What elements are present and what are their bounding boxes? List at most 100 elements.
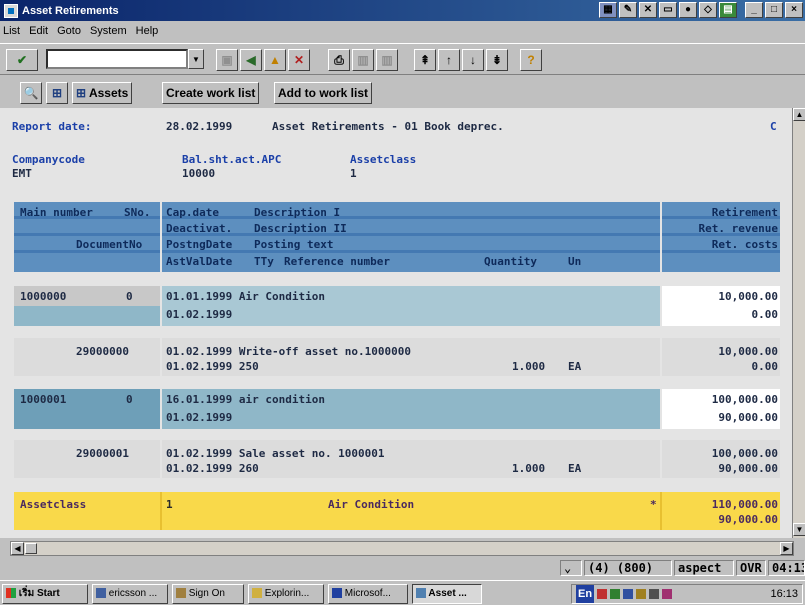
col-tty: TTy [254, 255, 274, 268]
scroll-left-icon[interactable]: ◀ [11, 542, 24, 555]
prev-page-icon[interactable]: ↑ [438, 49, 460, 71]
system-tray: En 16:13 [571, 584, 803, 604]
col-description1: Description I [254, 206, 341, 219]
help-icon[interactable]: ◇ [699, 2, 717, 18]
tray-clock: 16:13 [770, 588, 798, 600]
asset-main-number: 1000001 [20, 393, 67, 406]
asset-row[interactable]: 1000000 0 01.01.1999 Air Condition 01.02… [14, 286, 780, 326]
start-button[interactable]: เริ่ม Start [2, 584, 88, 604]
tray-icon-4[interactable] [636, 589, 647, 600]
find-icon[interactable]: ▥ [352, 49, 374, 71]
menu-item-system[interactable]: System [90, 25, 127, 37]
scroll-up-icon[interactable]: ▲ [793, 108, 805, 121]
report-area: Report date: 28.02.1999 Asset Retirement… [0, 108, 792, 538]
asset-retirement: 10,000.00 [718, 290, 778, 303]
close-icon[interactable]: × [785, 2, 803, 18]
asset-row[interactable]: 1000001 0 16.01.1999 air condition 01.02… [14, 389, 780, 429]
taskbar-item-explorer[interactable]: Explorin... [248, 584, 324, 604]
total-star: * [650, 498, 657, 511]
assetclass-total-row[interactable]: Assetclass 1 Air Condition * 110,000.00 … [14, 492, 780, 530]
enter-checkmark-icon[interactable]: ✔ [6, 49, 38, 71]
person-icon [176, 588, 186, 599]
exit-icon[interactable]: ▲ [264, 49, 286, 71]
document-line1: 01.02.1999 Sale asset no. 1000001 [166, 447, 385, 460]
sap-icon [416, 588, 426, 599]
record-icon[interactable]: ● [679, 2, 697, 18]
command-field[interactable] [46, 49, 188, 69]
word-icon [332, 588, 342, 599]
tray-icon-6[interactable] [662, 589, 673, 600]
save-icon[interactable]: ▣ [216, 49, 238, 71]
create-work-list-button[interactable]: Create work list [162, 82, 260, 104]
cancel-icon[interactable]: ✕ [288, 49, 310, 71]
find-next-icon[interactable]: ▥ [376, 49, 398, 71]
scroll-thumb[interactable] [25, 543, 37, 554]
command-dropdown-icon[interactable]: ▼ [188, 49, 204, 69]
app-icon[interactable] [4, 3, 18, 18]
first-page-icon[interactable]: ⇞ [414, 49, 436, 71]
document-un: EA [568, 462, 582, 475]
report-title: Asset Retirements - 01 Book deprec. [272, 120, 504, 133]
next-page-icon[interactable]: ↓ [462, 49, 484, 71]
last-page-icon[interactable]: ⇟ [486, 49, 508, 71]
document-line2: 01.02.1999 260 [166, 462, 259, 475]
document-un: EA [568, 360, 582, 373]
asset-sno: 0 [126, 290, 133, 303]
menu-item-help[interactable]: Help [136, 25, 159, 37]
tray-icon-5[interactable] [649, 589, 660, 600]
asset-costs: 0.00 [751, 308, 779, 321]
document-retirement: 10,000.00 [718, 345, 778, 358]
sap-layout-icon[interactable]: ▦ [599, 2, 617, 18]
document-costs: 90,000.00 [718, 462, 778, 475]
col-posting-date: PostngDate [166, 238, 233, 251]
document-line2: 01.02.1999 250 [166, 360, 259, 373]
horizontal-scrollbar[interactable]: ◀ ▶ [10, 541, 794, 556]
folder-icon [252, 588, 262, 599]
windows-logo-icon [6, 588, 16, 599]
col-retirement: Retirement [711, 206, 778, 219]
edit-icon[interactable]: ✎ [619, 2, 637, 18]
vertical-scrollbar[interactable]: ▲ ▼ [792, 108, 805, 538]
col-ret-revenue: Ret. revenue [698, 222, 778, 235]
standard-toolbar: ✔ ▼ ▣ ◀ ▲ ✕ ⎙ ▥ ▥ ⇞ ↑ ↓ ⇟ ? [0, 43, 805, 75]
help-question-icon[interactable]: ? [520, 49, 542, 71]
menu-item-goto[interactable]: Goto [57, 25, 81, 37]
total-retirement: 110,000.00 [711, 498, 778, 511]
screen-icon[interactable]: ▭ [659, 2, 677, 18]
companycode-label: Companycode [12, 153, 85, 166]
customize-icon[interactable]: ▤ [719, 2, 737, 18]
assets-button[interactable]: ⊞ Assets [72, 82, 133, 104]
tray-icon-3[interactable] [623, 589, 634, 600]
window-title: Asset Retirements [22, 4, 119, 17]
magnifier-icon[interactable]: 🔍 [20, 82, 42, 104]
document-row[interactable]: 29000001 01.02.1999 Sale asset no. 10000… [14, 440, 780, 478]
minimize-icon[interactable]: _ [745, 2, 763, 18]
tray-icon-1[interactable] [597, 589, 608, 600]
asset-line1: 16.01.1999 air condition [166, 393, 325, 406]
asset-line2: 01.02.1999 [166, 308, 233, 321]
total-class: 1 [166, 498, 173, 511]
cross-icon[interactable]: ✕ [639, 2, 657, 18]
taskbar-item-asset[interactable]: Asset ... [412, 584, 482, 604]
menu-item-list[interactable]: List [3, 25, 20, 37]
companycode-value: EMT [12, 167, 32, 180]
language-indicator[interactable]: En [576, 585, 595, 603]
menu-bar: List Edit Goto System Help [0, 21, 805, 41]
col-posting-text: Posting text [254, 238, 334, 251]
hierarchy-icon[interactable]: ⊞ [46, 82, 68, 104]
print-icon[interactable]: ⎙ [328, 49, 350, 71]
document-costs: 0.00 [751, 360, 779, 373]
scroll-right-icon[interactable]: ▶ [780, 542, 793, 555]
document-number: 29000000 [76, 345, 129, 358]
taskbar-item-signon[interactable]: Sign On [172, 584, 244, 604]
add-to-work-list-button[interactable]: Add to work list [274, 82, 372, 104]
tray-icon-2[interactable] [610, 589, 621, 600]
maximize-icon[interactable]: □ [765, 2, 783, 18]
taskbar-item-ericsson[interactable]: ericsson ... [92, 584, 168, 604]
document-row[interactable]: 29000000 01.02.1999 Write-off asset no.1… [14, 338, 780, 376]
taskbar-item-microsoft[interactable]: Microsof... [328, 584, 408, 604]
scroll-down-icon[interactable]: ▼ [793, 523, 805, 536]
back-icon[interactable]: ◀ [240, 49, 262, 71]
menu-item-edit[interactable]: Edit [29, 25, 48, 37]
status-system-icon[interactable]: ⌄ [560, 560, 582, 576]
